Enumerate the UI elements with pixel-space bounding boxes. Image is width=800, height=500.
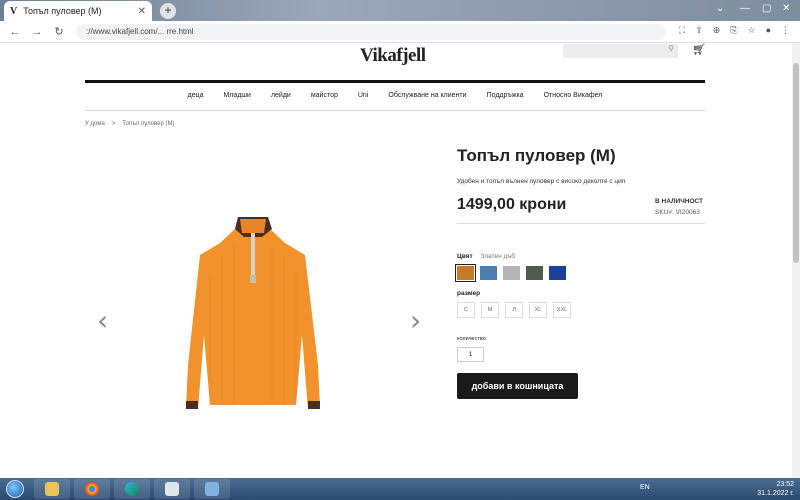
color-swatch-green[interactable] <box>526 266 543 280</box>
clock-date: 31.1.2022 г. <box>757 490 794 497</box>
url-field[interactable]: ://www.vikafjell.com/... rre.html <box>76 24 666 40</box>
size-option-l[interactable]: Л <box>505 302 523 318</box>
product-price: 1499,00 крони <box>457 196 567 213</box>
menu-item-men[interactable]: майстор <box>311 92 338 99</box>
remote-desktop-icon <box>205 482 219 496</box>
forward-icon[interactable]: → <box>30 26 44 38</box>
breadcrumb-current: Топъл пуловер (M) <box>122 121 175 127</box>
breadcrumb: У дома > Топъл пуловер (M) <box>85 121 174 127</box>
product-image <box>186 217 320 409</box>
language-indicator[interactable]: EN <box>640 484 650 491</box>
system-clock[interactable]: 23:52 31.1.2022 г. <box>757 480 794 498</box>
menu-divider <box>85 110 705 111</box>
taskbar-app-4[interactable] <box>154 479 190 499</box>
gallery-next-icon[interactable]: › <box>410 304 421 337</box>
price-divider <box>457 223 705 224</box>
product-title: Топъл пуловер (M) <box>457 146 616 165</box>
site-header: Vikafjell ⚲ 🛒︎ <box>0 43 800 83</box>
quantity-input[interactable]: 1 <box>457 347 484 362</box>
menu-item-ladies[interactable]: лейди <box>271 92 291 99</box>
start-button[interactable] <box>0 478 30 500</box>
reload-icon[interactable]: ↻ <box>52 25 66 38</box>
windows-logo-icon <box>6 480 24 498</box>
browser-tabbar: V Топъл пуловер (M) ✕ + ⌄ — ▢ ✕ <box>0 0 800 21</box>
menu-item-support[interactable]: Поддръжка <box>487 92 524 99</box>
cart-icon[interactable]: 🛒︎ <box>692 43 706 56</box>
translate-icon[interactable]: ⛶ <box>679 25 685 36</box>
close-window-icon[interactable]: ✕ <box>782 3 790 14</box>
search-icon[interactable]: ⚲ <box>668 44 674 53</box>
clock-time: 23:52 <box>776 481 794 488</box>
zoom-icon[interactable]: ⊕ <box>713 25 721 36</box>
breadcrumb-home[interactable]: У дома <box>85 121 105 127</box>
color-label-row: Цвят Златен дъб <box>457 253 515 260</box>
browser-tab[interactable]: V Топъл пуловер (M) ✕ <box>4 1 152 21</box>
edge-icon <box>125 482 139 496</box>
search-input[interactable]: ⚲ <box>563 44 678 58</box>
tab-search-icon[interactable]: ⌄ <box>716 3 724 14</box>
product-sku: SKU#: VI20063 <box>655 209 700 216</box>
share-icon[interactable]: ⇪ <box>695 25 703 36</box>
menu-item-junior[interactable]: Младши <box>224 92 251 99</box>
size-option-xxl[interactable]: XXL <box>553 302 571 318</box>
header-divider <box>85 80 705 83</box>
main-menu: деца Младши лейди майстор Uni Обслужване… <box>85 92 705 99</box>
taskbar-explorer[interactable] <box>34 479 70 499</box>
menu-icon[interactable]: ⋮ <box>781 25 790 36</box>
menu-item-kids[interactable]: деца <box>188 92 204 99</box>
back-icon[interactable]: ← <box>8 26 22 38</box>
extension-icon[interactable]: ⎘ <box>730 25 737 36</box>
color-swatch-golden-oak[interactable] <box>455 264 476 282</box>
menu-item-customer-service[interactable]: Обслужване на клиенти <box>388 92 466 99</box>
site-favicon-icon: V <box>10 5 18 17</box>
size-label: размер <box>457 290 481 297</box>
stock-status: В НАЛИЧНОСТ <box>655 198 704 205</box>
menu-item-about[interactable]: Относно Викафел <box>544 92 603 99</box>
product-description: Удобен и топъл вълнен пуловер с високо д… <box>457 178 626 185</box>
size-option-xl[interactable]: XL <box>529 302 547 318</box>
minimize-icon[interactable]: — <box>740 3 750 14</box>
color-value: Златен дъб <box>480 253 515 260</box>
maximize-icon[interactable]: ▢ <box>762 3 771 14</box>
gallery-prev-icon[interactable]: ‹ <box>97 304 108 337</box>
chrome-icon <box>85 482 99 496</box>
taskbar-app-5[interactable] <box>194 479 230 499</box>
os-taskbar: EN 23:52 31.1.2022 г. <box>0 478 800 500</box>
page-scrollbar[interactable] <box>792 43 800 478</box>
watermark-logo: BAZAR <box>690 452 772 476</box>
size-option-s[interactable]: С <box>457 302 475 318</box>
size-option-m[interactable]: М <box>481 302 499 318</box>
new-tab-button[interactable]: + <box>160 3 176 19</box>
breadcrumb-separator: > <box>111 121 116 127</box>
color-swatch-grey[interactable] <box>503 266 520 280</box>
folder-icon <box>45 482 59 496</box>
add-to-cart-button[interactable]: добави в кошницата <box>457 373 578 399</box>
taskbar-edge[interactable] <box>114 479 150 499</box>
scrollbar-thumb[interactable] <box>793 63 799 263</box>
profile-icon[interactable]: ● <box>766 25 771 36</box>
address-toolbar: ← → ↻ ://www.vikafjell.com/... rre.html … <box>0 21 800 43</box>
quantity-label: количество <box>457 336 486 342</box>
window-icon <box>165 482 179 496</box>
close-tab-icon[interactable]: ✕ <box>138 6 146 17</box>
tab-title: Топъл пуловер (M) <box>23 6 102 16</box>
site-logo[interactable]: Vikafjell <box>360 45 426 67</box>
size-options: С М Л XL XXL <box>457 302 571 318</box>
color-label: Цвят <box>457 253 473 260</box>
color-swatch-royal-blue[interactable] <box>549 266 566 280</box>
menu-item-uni[interactable]: Uni <box>358 92 369 99</box>
taskbar-chrome[interactable] <box>74 479 110 499</box>
bookmark-star-icon[interactable]: ☆ <box>747 25 755 36</box>
color-swatches <box>455 264 566 282</box>
color-swatch-blue[interactable] <box>480 266 497 280</box>
